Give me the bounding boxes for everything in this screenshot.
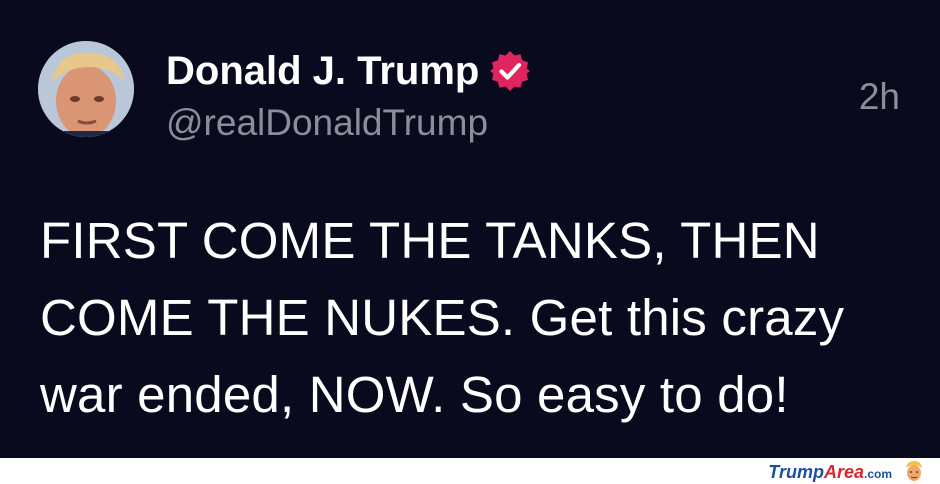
author-handle[interactable]: @realDonaldTrump: [166, 102, 488, 144]
avatar[interactable]: [38, 41, 134, 137]
author-name[interactable]: Donald J. Trump: [166, 49, 479, 94]
brand-part-2: Area: [823, 462, 864, 482]
author-row: Donald J. Trump: [166, 46, 531, 96]
timestamp[interactable]: 2h: [859, 76, 900, 118]
tweet-card: Donald J. Trump @realDonaldTrump 2h FIRS…: [0, 0, 940, 458]
brand-suffix: .com: [863, 467, 892, 481]
brand-wordmark: TrumpArea.com: [768, 462, 892, 483]
watermark-footer: TrumpArea.com: [0, 458, 940, 484]
brand-part-1: Trump: [768, 462, 824, 482]
trump-face-logo-icon: [906, 461, 922, 481]
tweet-text: FIRST COME THE TANKS, THEN COME THE NUKE…: [40, 212, 845, 423]
avatar-image: [38, 41, 134, 137]
verified-badge-icon: [490, 51, 531, 91]
